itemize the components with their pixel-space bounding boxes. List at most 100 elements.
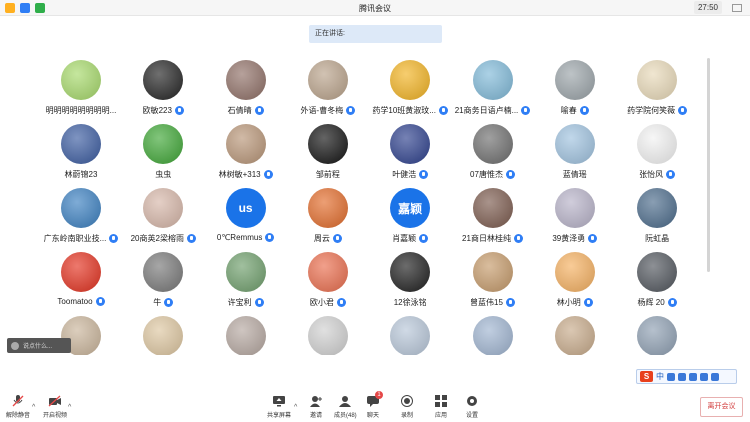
dog-avatar	[554, 252, 595, 292]
participant-name: 21商日林桂纯	[462, 234, 511, 243]
video-options-caret-icon[interactable]: ^	[68, 404, 71, 411]
participant-tile[interactable]	[287, 316, 369, 355]
camera-off-icon	[48, 395, 61, 407]
participant-tile[interactable]	[205, 316, 287, 355]
unmute-button[interactable]: 解除静音	[6, 395, 30, 419]
leave-meeting-button[interactable]: 离开会议	[700, 397, 743, 417]
members-button[interactable]: 成员(48)	[334, 395, 357, 419]
participant-name: 周云	[313, 234, 330, 243]
start-video-label: 开启视频	[43, 413, 68, 419]
photo-avatar	[554, 60, 595, 100]
participant-tile[interactable]: 杨辉 20	[616, 252, 698, 312]
participant-tile[interactable]: 07唐惟杰	[452, 124, 534, 184]
participant-tile[interactable]: 喻春	[534, 60, 616, 120]
voice-icon[interactable]	[678, 372, 686, 381]
settings-button[interactable]: 设置	[465, 395, 479, 419]
participant-tile[interactable]: 外语-曹冬梅	[287, 60, 369, 120]
mic-on-icon	[583, 298, 593, 307]
participant-tile[interactable]	[369, 316, 451, 355]
photo-avatar	[225, 316, 266, 355]
participant-tile[interactable]	[452, 316, 534, 355]
chat-button[interactable]: 1 聊天	[366, 391, 383, 419]
participant-name: 叶健浩	[392, 170, 417, 179]
participant-name: Toomatoo	[57, 297, 93, 306]
participant-tile[interactable]: 广东岭南职业技...	[40, 188, 122, 248]
participant-tile[interactable]: 39黄泽勇	[534, 188, 616, 248]
settings-label: 设置	[465, 413, 478, 419]
participant-tile[interactable]: 嘉颖 肖嘉颖	[369, 188, 451, 248]
participant-name: 07唐惟杰	[470, 170, 503, 179]
participant-tile[interactable]: 蓝倩瑶	[534, 124, 616, 184]
cartoon-avatar	[307, 252, 348, 292]
participant-tile[interactable]: 曾蓝伟15	[452, 252, 534, 312]
participant-tile[interactable]: 林小明	[534, 252, 616, 312]
invite-icon	[310, 396, 322, 407]
participant-tile[interactable]: 林树敏+313	[205, 124, 287, 184]
participant-tile[interactable]: 药学10班黄淑玟...	[369, 60, 451, 120]
ime-toolbar[interactable]: S 中	[636, 369, 737, 384]
participant-tile[interactable]: 欧敏223	[122, 60, 204, 120]
mic-on-icon	[505, 170, 515, 179]
participant-tile[interactable]: 周云	[287, 188, 369, 248]
participant-name-row: 明明明明明明明明...	[40, 105, 128, 116]
record-label: 录制	[400, 413, 413, 419]
avatar-initials: 嘉颖	[398, 201, 423, 216]
participant-name: 虫虫	[155, 170, 172, 179]
apps-button[interactable]: 应用	[434, 395, 448, 419]
participant-name-row: 牛	[116, 297, 210, 308]
share-options-caret-icon[interactable]: ^	[294, 404, 297, 411]
participant-tile[interactable]: 张怡风	[616, 124, 698, 184]
participant-tile[interactable]	[616, 316, 698, 355]
participant-name: 邹前程	[315, 170, 340, 179]
keyboard-icon[interactable]	[689, 372, 697, 381]
participant-tile[interactable]: 21商务日语卢楠...	[452, 60, 534, 120]
participant-tile[interactable]: 20商英2梁榕雨	[122, 188, 204, 248]
mic-on-icon	[164, 298, 174, 307]
participant-name-row: Toomatoo	[40, 297, 128, 306]
members-icon	[339, 396, 352, 407]
participant-name-row: 20商英2梁榕雨	[116, 233, 210, 244]
photo-avatar	[307, 60, 348, 100]
punctuation-icon[interactable]	[667, 372, 675, 381]
invite-button[interactable]: 邀请	[309, 395, 323, 419]
participant-tile[interactable]	[534, 316, 616, 355]
ime-mode-label[interactable]: 中	[656, 371, 664, 382]
participant-tile[interactable]: 12徐泳铭	[369, 252, 451, 312]
share-screen-button[interactable]: 共享屏幕	[267, 395, 291, 419]
participant-tile[interactable]: 许宝利	[205, 252, 287, 312]
participant-tile[interactable]: 叶健浩	[369, 124, 451, 184]
participant-name-row: 外语-曹冬梅	[281, 105, 375, 116]
participant-name-row: 林小明	[528, 297, 622, 308]
participant-tile[interactable]: 欧小君	[287, 252, 369, 312]
participant-tile[interactable]: 石倩晴	[205, 60, 287, 120]
participant-tile[interactable]: 药学院何笑薇	[616, 60, 698, 120]
mic-on-icon	[505, 298, 515, 307]
participant-tile[interactable]: 阮虹晶	[616, 188, 698, 248]
participant-tile[interactable]: 林蔚锦23	[40, 124, 122, 184]
photo-avatar	[225, 60, 266, 100]
participant-tile[interactable]: 明明明明明明明明...	[40, 60, 122, 120]
participant-tile[interactable]: us 0℃Remmus	[205, 188, 287, 248]
meeting-window: 腾讯会议 27:50 正在讲话: 明明明明明明明明... 欧敏223 石倩晴 外语-曹…	[0, 0, 750, 422]
chat-preview[interactable]: 说点什么...	[7, 338, 71, 353]
participant-tile[interactable]: 21商日林桂纯	[452, 188, 534, 248]
participant-tile[interactable]: 牛	[122, 252, 204, 312]
participant-tile[interactable]: 邹前程	[287, 124, 369, 184]
tools-icon[interactable]	[711, 372, 719, 381]
participant-tile[interactable]	[122, 316, 204, 355]
skin-icon[interactable]	[700, 372, 708, 381]
sport-avatar	[61, 188, 101, 228]
gallery-view-icon[interactable]	[732, 4, 742, 12]
avatar-initials: us	[238, 201, 253, 215]
photo-avatar	[637, 316, 678, 355]
participant-tile[interactable]: 虫虫	[122, 124, 204, 184]
participant-name: 药学10班黄淑玟...	[372, 106, 436, 115]
participant-name: 蓝倩瑶	[562, 170, 587, 179]
participant-tile[interactable]: Toomatoo	[40, 252, 122, 312]
participant-name-row: 07唐惟杰	[446, 169, 540, 180]
grid-scrollbar[interactable]	[707, 58, 710, 272]
audio-options-caret-icon[interactable]: ^	[32, 404, 35, 411]
start-video-button[interactable]: 开启视频	[43, 395, 67, 419]
record-button[interactable]: 录制	[400, 395, 414, 419]
dino-avatar	[307, 188, 348, 228]
